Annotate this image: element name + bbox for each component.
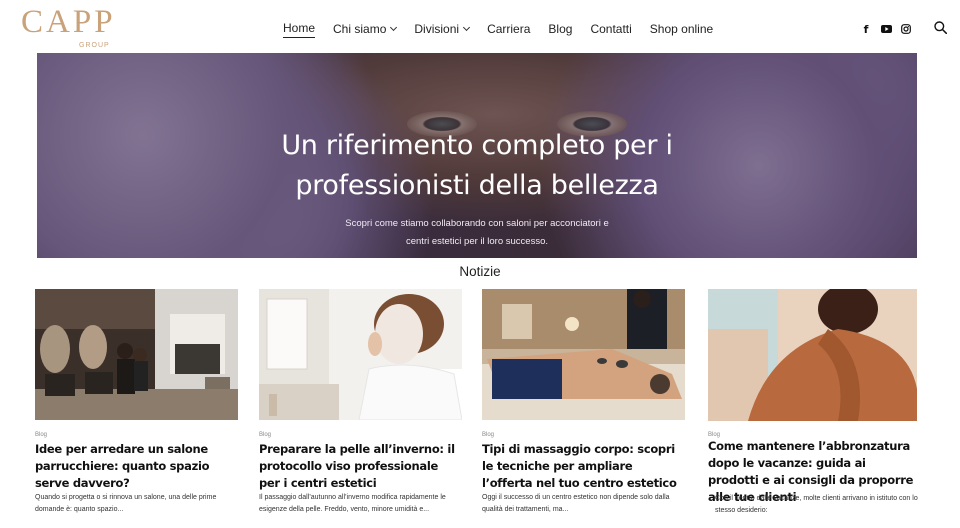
nav-label: Chi siamo	[333, 22, 387, 36]
news-card[interactable]: Blog Preparare la pelle all’inverno: il …	[259, 289, 462, 513]
main-nav: Home Chi siamo Divisioni Carriera Blog C…	[283, 20, 731, 38]
card-title[interactable]: Tipi di massaggio corpo: scopri le tecni…	[482, 441, 685, 492]
hero-text-line: Scopri come stiamo collaborando con salo…	[345, 218, 609, 229]
nav-item-blog[interactable]: Blog	[548, 20, 572, 38]
hero-text: Scopri come stiamo collaborando con salo…	[37, 215, 917, 251]
card-category: Blog	[259, 432, 272, 438]
chevron-down-icon	[463, 23, 471, 32]
card-excerpt: Il passaggio dall’autunno all’inverno mo…	[259, 494, 446, 513]
news-heading: Notizie	[459, 264, 501, 279]
nav-item-carriera[interactable]: Carriera	[487, 20, 530, 38]
hero-text-line: centri estetici per il loro successo.	[405, 236, 549, 247]
nav-item-shop-online[interactable]: Shop online	[650, 20, 713, 38]
massage-treatment-image[interactable]	[482, 289, 685, 420]
card-category: Blog	[35, 432, 48, 438]
nav-item-home[interactable]: Home	[283, 20, 316, 38]
hero-title-line: Un riferimento completo per i	[281, 130, 673, 161]
card-excerpt: Con il rientro dalle vacanze, molte clie…	[715, 495, 918, 514]
nav-label: Home	[283, 21, 316, 35]
nav-item-contatti[interactable]: Contatti	[590, 20, 631, 38]
facebook-glyph: f	[863, 22, 869, 36]
card-excerpt: Oggi il successo di un centro estetico n…	[482, 494, 670, 513]
logo-wordmark: CAPP	[21, 4, 116, 40]
nav-item-chi-siamo[interactable]: Chi siamo	[333, 20, 398, 38]
nav-label: Contatti	[590, 22, 632, 36]
tanned-back-image[interactable]	[708, 289, 917, 421]
salon-interior-image[interactable]	[35, 289, 238, 420]
nav-label: Shop online	[649, 22, 714, 36]
facebook-icon[interactable]: f	[861, 22, 871, 36]
hero-title: Un riferimento completo per i profession…	[37, 126, 917, 206]
news-card[interactable]: Blog Come mantenere l’abbronzatura dopo …	[708, 289, 918, 514]
nav-label: Divisioni	[414, 22, 460, 36]
card-category: Blog	[482, 432, 495, 438]
nav-label: Carriera	[487, 22, 531, 36]
youtube-icon[interactable]	[880, 22, 892, 36]
hero-banner: Un riferimento completo per i profession…	[37, 53, 917, 258]
hero-title-line: professionisti della bellezza	[295, 170, 659, 201]
search-icon[interactable]	[932, 20, 948, 34]
card-title[interactable]: Idee per arredare un salone parrucchiere…	[35, 441, 238, 492]
card-title[interactable]: Preparare la pelle all’inverno: il proto…	[259, 441, 462, 492]
logo-subtitle: GROUP	[79, 42, 110, 49]
site-header: CAPP GROUP Home Chi siamo Divisioni Carr…	[0, 0, 960, 52]
face-mask-woman-image[interactable]	[259, 289, 462, 420]
instagram-icon[interactable]	[900, 22, 912, 36]
news-card[interactable]: Blog Idee per arredare un salone parrucc…	[35, 289, 238, 513]
card-excerpt: Quando si progetta o si rinnova un salon…	[35, 494, 217, 513]
news-card[interactable]: Blog Tipi di massaggio corpo: scopri le …	[482, 289, 685, 513]
capp-group-logo[interactable]: CAPP GROUP	[21, 4, 133, 50]
chevron-down-icon	[390, 23, 398, 32]
nav-item-divisioni[interactable]: Divisioni	[414, 20, 471, 38]
nav-label: Blog	[548, 22, 573, 36]
